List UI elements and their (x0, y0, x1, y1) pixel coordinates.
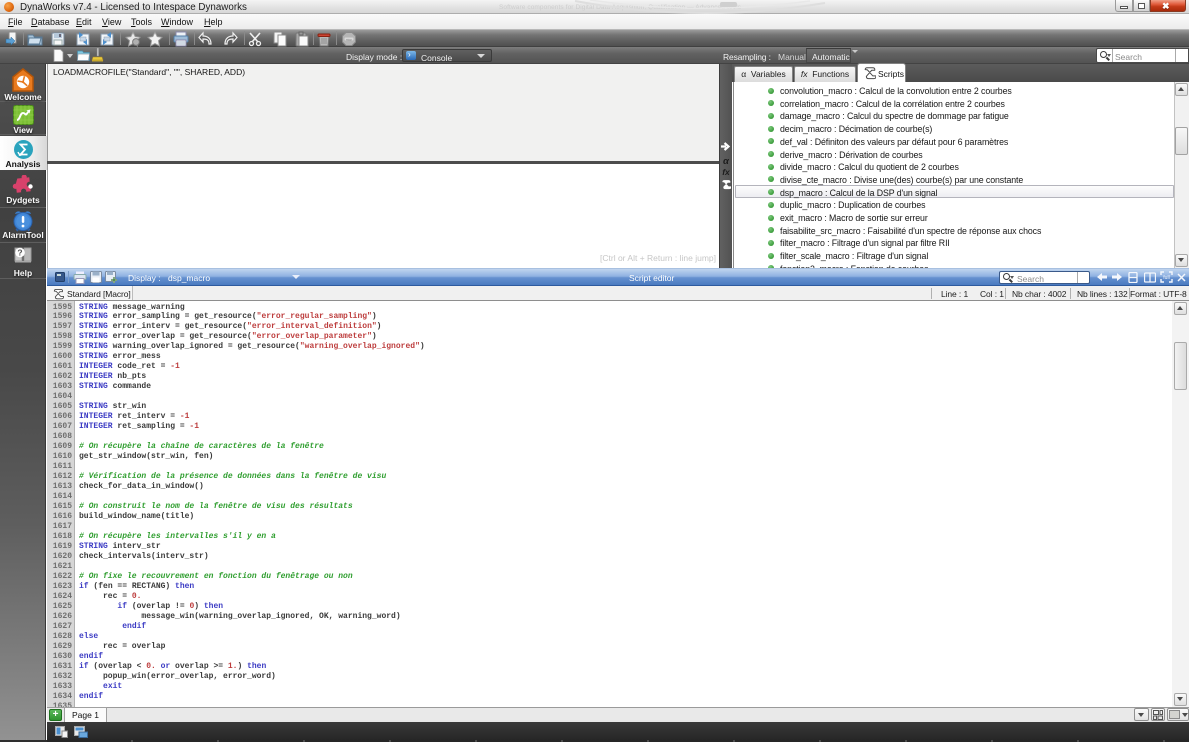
svg-text:full: full (1163, 275, 1169, 281)
svg-text:?: ? (17, 248, 22, 258)
svg-text:stop: stop (346, 37, 352, 41)
